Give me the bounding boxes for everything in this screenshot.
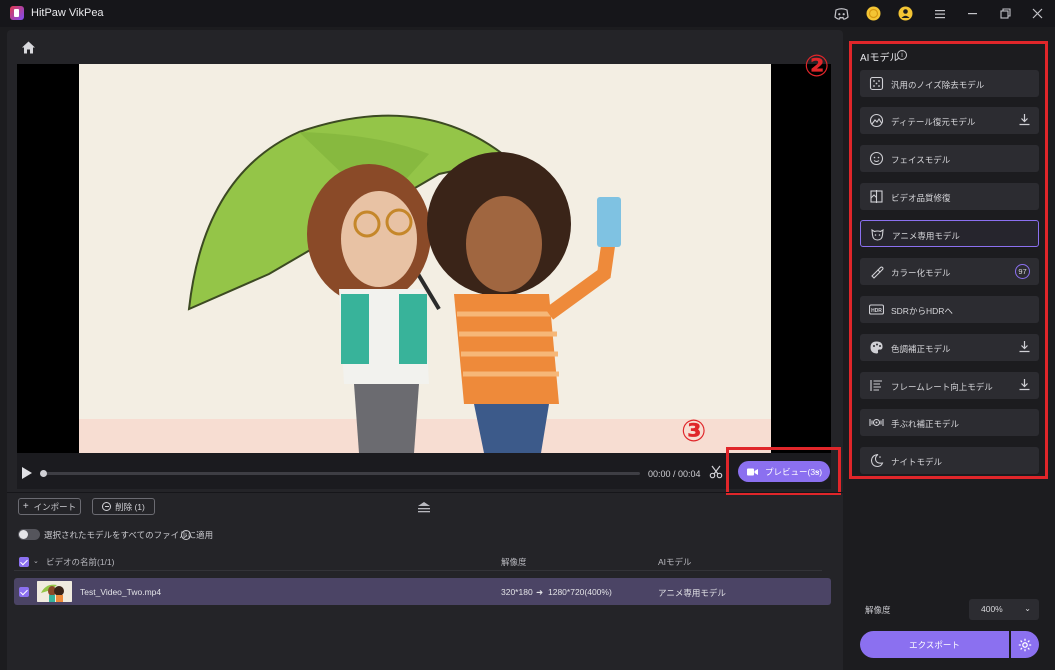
quality-repair-icon [869, 189, 884, 204]
plus-icon: + [22, 501, 29, 512]
model-quality-repair[interactable]: ビデオ品質修復 [860, 183, 1039, 210]
timecode: 00:00 / 00:04 [648, 469, 701, 479]
seek-bar[interactable] [42, 472, 640, 475]
title-bar [0, 0, 1055, 27]
resolution-value: 400% [981, 604, 1003, 614]
scissors-icon[interactable] [709, 465, 723, 479]
anime-icon [870, 227, 885, 242]
coin-icon[interactable] [866, 6, 881, 21]
model-label: 汎用のノイズ除去モデル [891, 80, 985, 90]
download-icon[interactable] [1018, 340, 1031, 353]
model-label: SDRからHDRへ [891, 306, 953, 316]
model-label: カラー化モデル [891, 268, 951, 278]
chevron-down-icon[interactable]: ⌄ [33, 557, 39, 565]
model-label: フレームレート向上モデル [891, 382, 993, 392]
model-frame-rate[interactable]: フレームレート向上モデル [860, 372, 1039, 399]
app-logo [10, 6, 24, 20]
restore-icon[interactable] [998, 6, 1013, 21]
seek-handle[interactable] [40, 470, 47, 477]
discord-icon[interactable] [834, 6, 849, 21]
app-title: HitPaw VikPea [31, 7, 104, 19]
home-icon[interactable] [21, 40, 36, 55]
export-button[interactable]: エクスポート [860, 631, 1009, 658]
chevron-down-icon: ⌄ [1024, 604, 1031, 613]
model-anime[interactable]: アニメ専用モデル [860, 220, 1039, 247]
table-divider [14, 570, 822, 571]
download-icon[interactable] [1018, 113, 1031, 126]
close-icon[interactable] [1030, 6, 1045, 21]
divider [7, 492, 843, 493]
collapse-panel-icon[interactable] [416, 500, 432, 514]
palette-icon [869, 340, 884, 355]
account-icon[interactable] [898, 6, 913, 21]
model-denoise[interactable]: 汎用のノイズ除去モデル [860, 70, 1039, 97]
delete-label: 削除 (1) [115, 501, 145, 512]
model-color-correction[interactable]: 色調補正モデル [860, 334, 1039, 361]
export-settings-button[interactable] [1011, 631, 1039, 658]
menu-icon[interactable] [932, 6, 947, 21]
model-label: アニメ専用モデル [892, 231, 960, 241]
model-label: フェイスモデル [891, 155, 951, 165]
download-icon[interactable] [1018, 378, 1031, 391]
model-face[interactable]: フェイスモデル [860, 145, 1039, 172]
minimize-icon[interactable] [965, 6, 980, 21]
denoise-icon [869, 76, 884, 91]
select-all-checkbox[interactable] [19, 557, 29, 567]
arrow-right-icon: ➜ [536, 587, 544, 597]
annotation-number-3: ③ [681, 415, 707, 448]
import-label: インポート [33, 501, 77, 512]
model-label: 色調補正モデル [891, 344, 951, 354]
resolution-from: 320*180 [501, 587, 533, 597]
frame-rate-icon [869, 378, 884, 393]
row-model: アニメ専用モデル [658, 588, 726, 598]
count-badge: 97 [1015, 264, 1030, 279]
night-icon [869, 453, 884, 468]
row-checkbox[interactable] [19, 587, 29, 597]
model-label: 手ぶれ補正モデル [891, 419, 960, 429]
face-icon [869, 151, 884, 166]
highlight-box-preview [726, 447, 841, 495]
stabilize-icon [869, 415, 884, 430]
import-button[interactable]: + インポート [18, 498, 81, 515]
resolution-select[interactable]: 400% ⌄ [969, 599, 1039, 620]
model-stabilize[interactable]: 手ぶれ補正モデル [860, 409, 1039, 436]
model-night[interactable]: ナイトモデル [860, 447, 1039, 474]
model-label: ビデオ品質修復 [891, 193, 951, 203]
info-icon[interactable]: i [181, 530, 191, 540]
colorize-icon [869, 264, 884, 279]
model-colorize[interactable]: カラー化モデル 97 [860, 258, 1039, 285]
ai-model-title: AIモデル [860, 53, 900, 64]
apply-all-toggle[interactable] [18, 529, 40, 540]
play-icon[interactable] [20, 466, 34, 480]
model-detail-restore[interactable]: ディテール復元モデル [860, 107, 1039, 134]
gear-icon [1018, 638, 1032, 651]
column-header-name: ビデオの名前(1/1) [46, 557, 115, 567]
resolution-label: 解像度 [865, 605, 891, 615]
model-label: ディテール復元モデル [891, 117, 976, 127]
minus-circle-icon [102, 502, 112, 511]
resolution-to: 1280*720(400%) [548, 587, 612, 597]
video-frame [79, 64, 771, 453]
svg-text:HDR: HDR [871, 308, 882, 314]
detail-restore-icon [869, 113, 884, 128]
info-icon[interactable]: i [897, 50, 907, 60]
file-name: Test_Video_Two.mp4 [80, 587, 162, 597]
video-thumbnail [37, 581, 72, 602]
column-header-resolution: 解像度 [501, 557, 527, 567]
model-label: ナイトモデル [891, 457, 943, 467]
hdr-icon: HDR [868, 302, 885, 317]
annotation-number-2: ② [804, 50, 830, 83]
delete-button[interactable]: 削除 (1) [92, 498, 155, 515]
column-header-model: AIモデル [658, 557, 692, 567]
model-hdr[interactable]: HDR SDRからHDRへ [860, 296, 1039, 323]
